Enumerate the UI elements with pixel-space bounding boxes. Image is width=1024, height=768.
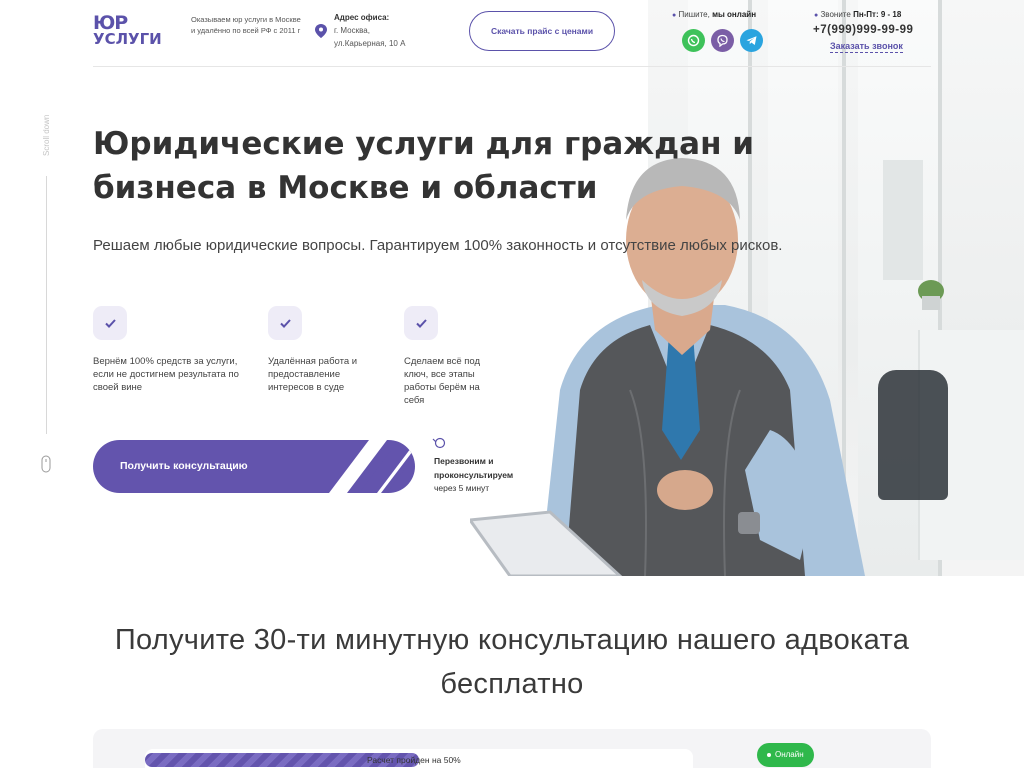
call-us-label: ● Звоните Пн-Пт: 9 - 18 <box>814 10 902 19</box>
order-call-link[interactable]: Заказать звонок <box>830 40 903 53</box>
feature-turnkey: Сделаем всё под ключ, все этапы работы б… <box>404 306 496 407</box>
phone-callback-icon <box>432 437 446 449</box>
site-header: ЮР УСЛУГИ Оказываем юр услуги в Москве и… <box>93 0 931 67</box>
telegram-icon[interactable] <box>740 29 763 52</box>
write-to-us-label: ● Пишите, мы онлайн <box>672 10 757 19</box>
checkmark-icon <box>268 306 302 340</box>
quiz-card: Расчет пройден на 50% Онлайн <box>93 729 931 768</box>
company-logo[interactable]: ЮР УСЛУГИ <box>93 14 173 48</box>
get-consultation-button[interactable]: Получить консультацию <box>93 440 415 493</box>
bullet-icon: ● <box>672 12 677 19</box>
mouse-icon[interactable] <box>41 455 51 473</box>
phone-number[interactable]: +7(999)999-99-99 <box>813 24 913 36</box>
callback-note: Перезвоним и проконсультируем через 5 ми… <box>434 456 514 493</box>
quiz-progress: Расчет пройден на 50% <box>145 749 693 768</box>
scroll-down-label: Scroll down <box>42 115 51 156</box>
messenger-links <box>682 29 763 52</box>
scroll-down-text: Scroll down <box>42 115 51 156</box>
feature-remote-work: Удалённая работа и предоставление интере… <box>268 306 368 394</box>
hero-lead: Решаем любые юридические вопросы. Гарант… <box>93 237 783 254</box>
hero-title: Юридические услуги для граждан и бизнеса… <box>93 126 755 206</box>
checkmark-icon <box>93 306 127 340</box>
status-dot-icon <box>767 753 771 757</box>
download-price-button[interactable]: Скачать прайс с ценами <box>469 11 615 51</box>
office-address: Адрес офиса: г. Москва, ул.Карьерная, 10… <box>334 13 406 48</box>
scroll-line <box>46 176 47 434</box>
bullet-icon: ● <box>814 12 819 19</box>
checkmark-icon <box>404 306 438 340</box>
company-tagline: Оказываем юр услуги в Москве и удалённо … <box>191 15 301 35</box>
online-status-badge: Онлайн <box>757 743 814 767</box>
viber-icon[interactable] <box>711 29 734 52</box>
free-consultation-title: Получите 30-ти минутную консультацию наш… <box>114 624 910 700</box>
cta-stripes-decoration <box>329 440 415 493</box>
progress-label: Расчет пройден на 50% <box>367 755 461 765</box>
location-pin-icon <box>315 24 327 38</box>
whatsapp-icon[interactable] <box>682 29 705 52</box>
feature-money-back: Вернём 100% средств за услуги, если не д… <box>93 306 243 394</box>
